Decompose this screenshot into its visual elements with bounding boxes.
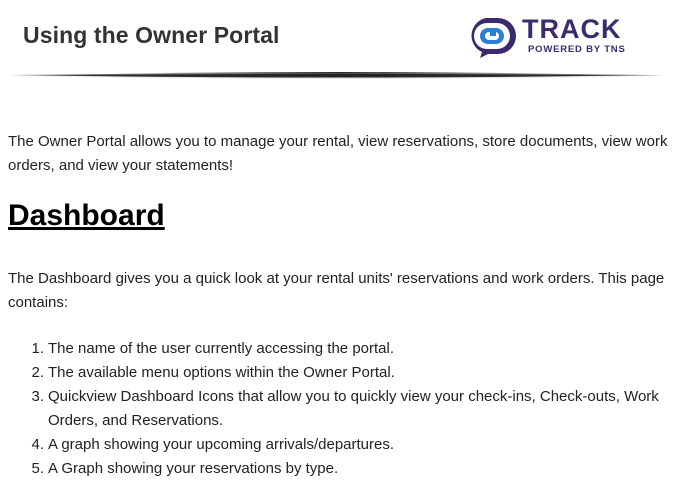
page-header: Using the Owner Portal TRACK POWERED BY … — [0, 0, 688, 80]
header-divider — [8, 72, 666, 84]
logo-wordmark: TRACK — [522, 14, 622, 44]
dashboard-description: The Dashboard gives you a quick look at … — [8, 270, 665, 311]
list-item-number: 4. — [31, 436, 44, 453]
list-item-text: The available menu options within the Ow… — [48, 364, 395, 381]
intro-paragraph: The Owner Portal allows you to manage yo… — [8, 133, 668, 174]
list-item: 5. A Graph showing your reservations by t… — [8, 457, 668, 481]
dashboard-heading: Dashboard — [8, 199, 165, 232]
track-logo-icon — [471, 18, 516, 58]
dashboard-contents-list: 1. The name of the user currently accessi… — [8, 337, 668, 481]
list-item: 4. A graph showing your upcoming arrivals… — [8, 433, 668, 457]
list-item: 3. Quickview Dashboard Icons that allow y… — [8, 385, 668, 433]
list-item-number: 2. — [31, 364, 44, 381]
list-item-text: A graph showing your upcoming arrivals/d… — [48, 436, 395, 453]
list-item-text: Quickview Dashboard Icons that allow you… — [48, 388, 659, 429]
list-item: 2. The available menu options within the … — [8, 361, 668, 385]
intro-section: The Owner Portal allows you to manage yo… — [8, 130, 673, 178]
list-item-text: The name of the user currently accessing… — [48, 340, 395, 357]
list-item-number: 5. — [31, 460, 44, 477]
page-title: Using the Owner Portal — [23, 22, 280, 48]
list-item-number: 3. — [31, 388, 44, 405]
list-item: 1. The name of the user currently accessi… — [8, 337, 668, 361]
track-logo: TRACK POWERED BY TNS — [466, 14, 636, 58]
dashboard-description-block: The Dashboard gives you a quick look at … — [8, 267, 673, 315]
list-item-number: 1. — [31, 340, 44, 357]
list-item-text: A Graph showing your reservations by typ… — [48, 460, 339, 477]
logo-tagline: POWERED BY TNS — [528, 44, 626, 55]
